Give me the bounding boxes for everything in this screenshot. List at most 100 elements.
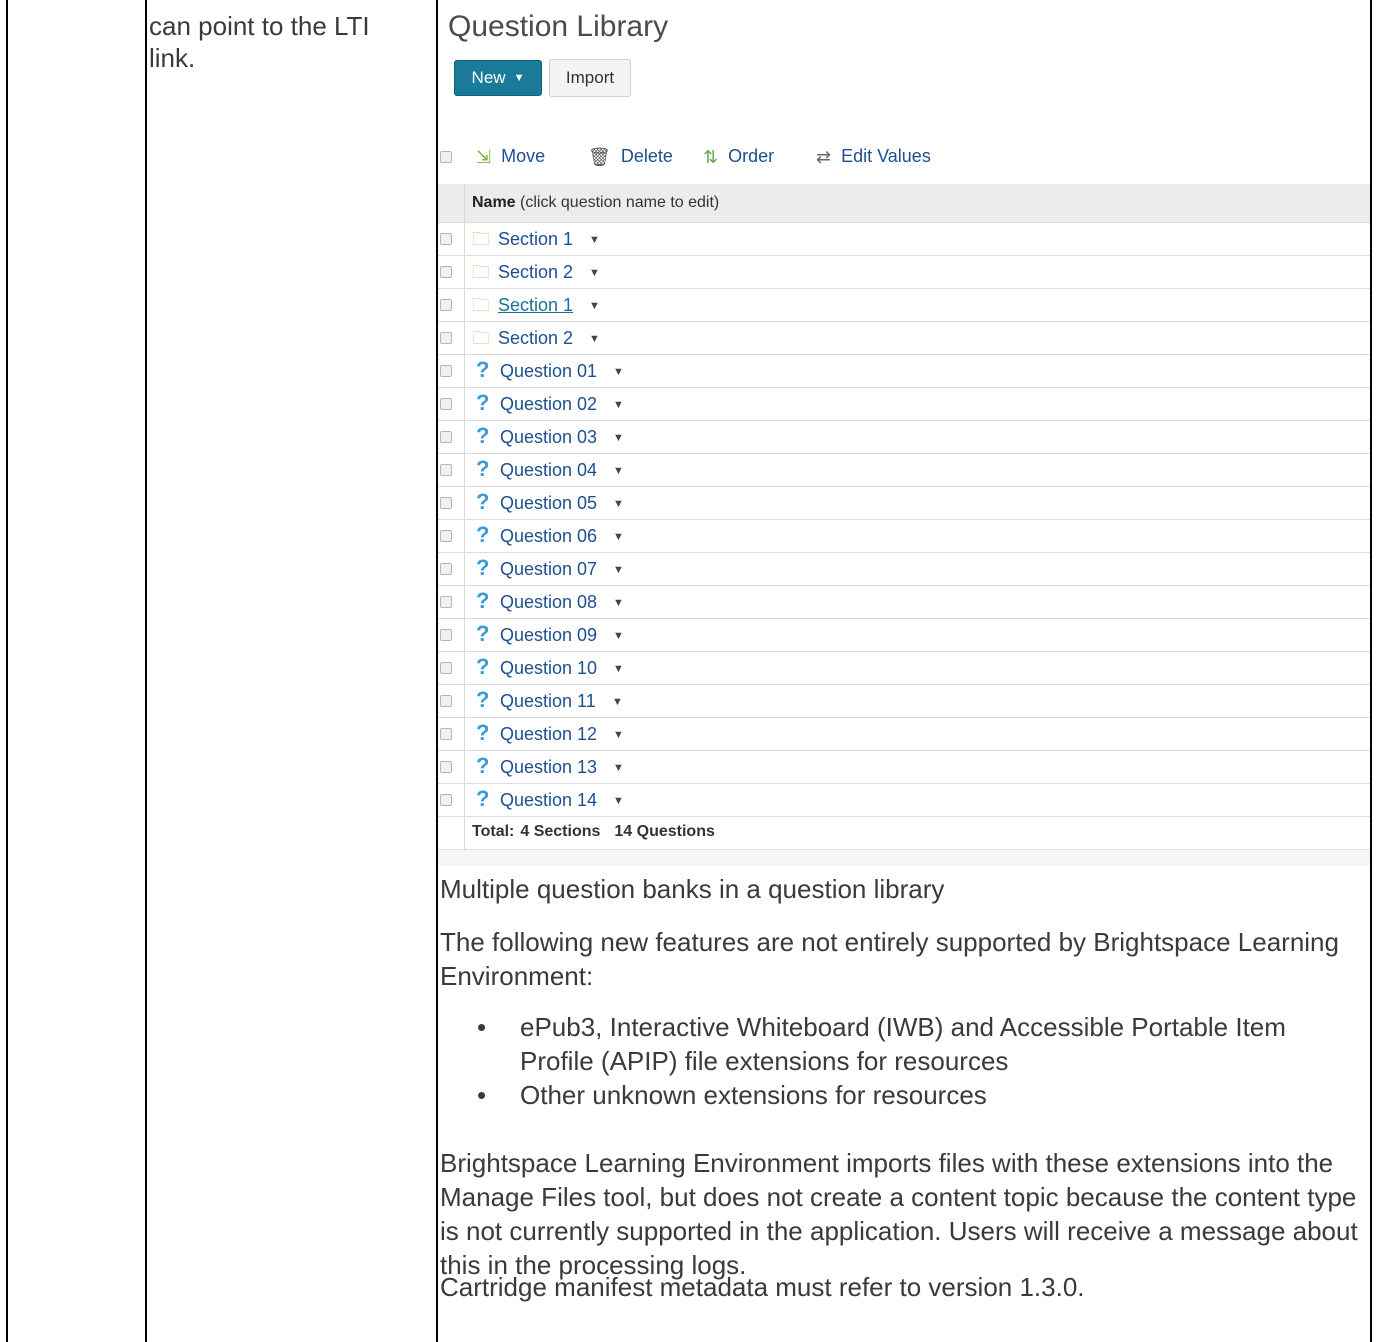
chevron-down-icon[interactable]: ▼ (613, 366, 624, 378)
chevron-down-icon[interactable]: ▼ (613, 531, 624, 543)
chevron-down-icon[interactable]: ▼ (589, 300, 600, 312)
paragraph-import-behavior: Brightspace Learning Environment imports… (440, 1148, 1358, 1280)
question-link[interactable]: Question 10 (500, 658, 597, 679)
figure-caption: Multiple question banks in a question li… (440, 874, 945, 904)
question-mark-icon: ? (476, 456, 490, 481)
question-grid: Name (click question name to edit) 🗀 Sect… (438, 184, 1370, 866)
question-link[interactable]: Question 13 (500, 757, 597, 778)
question-row: ? Question 07 ▼ (438, 553, 1370, 586)
question-library-screenshot: Question Library New ▼ Import ⇲ Move 🗑 D… (438, 0, 1370, 866)
chevron-down-icon[interactable]: ▼ (613, 597, 624, 609)
row-checkbox[interactable] (440, 662, 452, 674)
question-link[interactable]: Question 07 (500, 559, 597, 580)
chevron-down-icon[interactable]: ▼ (613, 663, 624, 675)
question-link[interactable]: Question 09 (500, 625, 597, 646)
question-mark-icon: ? (476, 423, 490, 448)
column-divider (464, 685, 465, 718)
section-link[interactable]: Section 2 (498, 328, 573, 349)
new-button-label: New (471, 68, 506, 87)
chevron-down-icon[interactable]: ▼ (589, 267, 600, 279)
chevron-down-icon[interactable]: ▼ (613, 762, 624, 774)
column-divider (464, 520, 465, 553)
question-link[interactable]: Question 03 (500, 427, 597, 448)
row-checkbox[interactable] (440, 266, 452, 278)
row-checkbox[interactable] (440, 332, 452, 344)
chevron-down-icon[interactable]: ▼ (613, 630, 624, 642)
move-action[interactable]: ⇲ Move (476, 146, 545, 167)
question-link[interactable]: Question 01 (500, 361, 597, 382)
row-checkbox[interactable] (440, 497, 452, 509)
total-label: Total: (472, 823, 515, 840)
section-row: 🗀 Section 1 ▼ (438, 223, 1370, 256)
question-link[interactable]: Question 02 (500, 394, 597, 415)
chevron-down-icon[interactable]: ▼ (613, 399, 624, 411)
question-row: ? Question 03 ▼ (438, 421, 1370, 454)
cell-text: can point to the LTI link. (149, 11, 370, 73)
toolbar: ⇲ Move 🗑 Delete ⇅ Order ⇄ Edit Values (438, 140, 1370, 174)
section-link[interactable]: Section 1 (498, 295, 573, 316)
question-mark-icon: ? (476, 489, 490, 514)
total-row: Total: 4 Sections 14 Questions (438, 817, 1370, 850)
row-checkbox[interactable] (440, 431, 452, 443)
column-divider (464, 784, 465, 817)
table-border-right (1370, 0, 1372, 1342)
list-item: ePub3, Interactive Whiteboard (IWB) and … (440, 1010, 1365, 1078)
question-mark-icon: ? (476, 687, 490, 712)
chevron-down-icon[interactable]: ▼ (589, 234, 600, 246)
question-mark-icon: ? (476, 720, 490, 745)
question-link[interactable]: Question 08 (500, 592, 597, 613)
chevron-down-icon[interactable]: ▼ (613, 729, 624, 741)
row-checkbox[interactable] (440, 596, 452, 608)
question-link[interactable]: Question 06 (500, 526, 597, 547)
row-checkbox[interactable] (440, 464, 452, 476)
row-checkbox[interactable] (440, 365, 452, 377)
new-button[interactable]: New ▼ (454, 60, 542, 96)
row-checkbox[interactable] (440, 530, 452, 542)
bullet-list: ePub3, Interactive Whiteboard (IWB) and … (440, 1010, 1365, 1112)
section-link[interactable]: Section 2 (498, 262, 573, 283)
delete-label: Delete (620, 146, 673, 166)
column-divider (464, 751, 465, 784)
question-link[interactable]: Question 12 (500, 724, 597, 745)
chevron-down-icon[interactable]: ▼ (613, 564, 624, 576)
column-divider (464, 421, 465, 454)
question-link[interactable]: Question 04 (500, 460, 597, 481)
column-divider (464, 652, 465, 685)
grid-rows: 🗀 Section 1 ▼ 🗀 Section 2 ▼ 🗀 Section 1 ▼ 🗀 Sectio… (438, 223, 1370, 817)
order-action[interactable]: ⇅ Order (703, 146, 774, 167)
order-label: Order (728, 146, 775, 166)
page-title: Question Library (448, 10, 669, 43)
chevron-down-icon[interactable]: ▼ (589, 333, 600, 345)
question-link[interactable]: Question 11 (500, 691, 596, 712)
chevron-down-icon[interactable]: ▼ (613, 498, 624, 510)
paragraph-manifest-version: Cartridge manifest metadata must refer t… (440, 1272, 1085, 1302)
column-divider (464, 586, 465, 619)
row-checkbox[interactable] (440, 563, 452, 575)
chevron-down-icon[interactable]: ▼ (613, 432, 624, 444)
row-checkbox[interactable] (440, 728, 452, 740)
folder-icon: 🗀 (472, 229, 490, 249)
row-checkbox[interactable] (440, 299, 452, 311)
row-checkbox[interactable] (440, 629, 452, 641)
question-mark-icon: ? (476, 621, 490, 646)
row-checkbox[interactable] (440, 695, 452, 707)
question-row: ? Question 10 ▼ (438, 652, 1370, 685)
section-link[interactable]: Section 1 (498, 229, 573, 250)
row-checkbox[interactable] (440, 398, 452, 410)
row-checkbox[interactable] (440, 761, 452, 773)
paragraph-unsupported-features: The following new features are not entir… (440, 927, 1339, 991)
row-checkbox[interactable] (440, 794, 452, 806)
chevron-down-icon[interactable]: ▼ (612, 696, 623, 708)
column-divider (464, 454, 465, 487)
question-row: ? Question 09 ▼ (438, 619, 1370, 652)
delete-action[interactable]: 🗑 Delete (588, 146, 673, 167)
question-link[interactable]: Question 14 (500, 790, 597, 811)
chevron-down-icon[interactable]: ▼ (613, 795, 624, 807)
import-button[interactable]: Import (549, 59, 631, 97)
question-row: ? Question 04 ▼ (438, 454, 1370, 487)
select-all-checkbox[interactable] (440, 151, 452, 163)
edit-values-action[interactable]: ⇄ Edit Values (816, 146, 931, 167)
question-link[interactable]: Question 05 (500, 493, 597, 514)
row-checkbox[interactable] (440, 233, 452, 245)
chevron-down-icon[interactable]: ▼ (613, 465, 624, 477)
